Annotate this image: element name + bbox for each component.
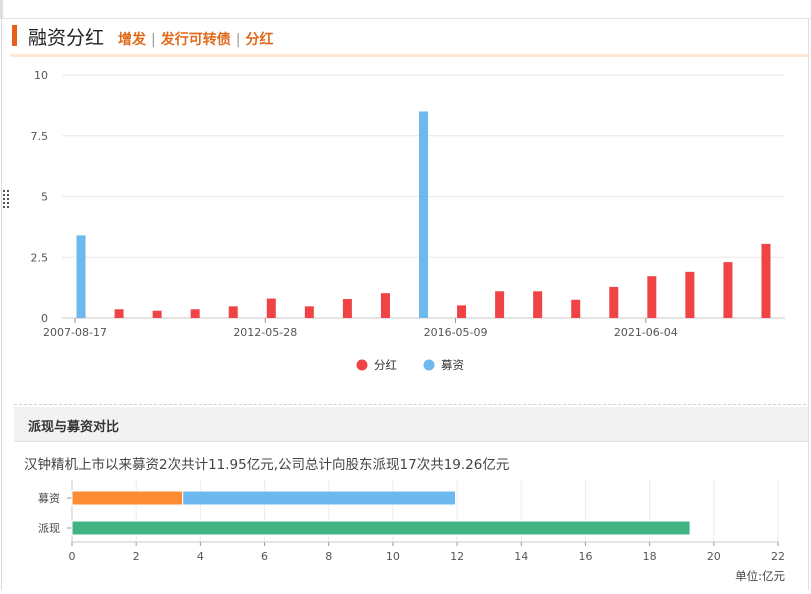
dividend-bar [228, 306, 238, 318]
legend-label: 分红 [374, 358, 397, 372]
financing-dividend-svg: 0 2.5 5 7.5 10 2007-08-17 2012-05-28 2016-05-09… [31, 69, 785, 372]
x-tick-label: 12 [450, 550, 464, 563]
legend-financing-icon [423, 359, 435, 371]
right-rule [808, 18, 809, 590]
payout-financing-chart: 0 2 4 6 8 10 12 14 16 18 20 22 募资派现单位:亿元 [14, 474, 804, 590]
x-tick-label: 16 [578, 550, 592, 563]
y-category-label: 募资 [38, 492, 60, 505]
y-tick-label: 10 [34, 69, 48, 82]
x-tick-label: 2016-05-09 [424, 326, 488, 339]
y-category-label: 派现 [38, 522, 60, 535]
y-tick-label: 2.5 [31, 251, 49, 264]
financing-dividend-chart: 0 2.5 5 7.5 10 2007-08-17 2012-05-28 2016-05-09… [14, 58, 806, 405]
dividend-bar [761, 243, 771, 318]
dividend-bar [190, 309, 200, 318]
drag-handle-icon[interactable] [3, 190, 11, 210]
x-tick-label: 2012-05-28 [233, 326, 297, 339]
link-convertible-bond[interactable]: 发行可转债 [161, 32, 231, 48]
x-tick-label: 4 [197, 550, 204, 563]
x-tick-label: 6 [261, 550, 268, 563]
left-rule [1, 18, 2, 590]
dividend-bar [266, 298, 276, 318]
financing-bar [76, 235, 86, 318]
legend-dividend-icon [356, 359, 368, 371]
x-tick-label: 10 [386, 550, 400, 563]
y-tick-label: 5 [41, 191, 48, 204]
financing-segment-bar [71, 490, 184, 506]
comparison-title: 派现与募资对比 [28, 420, 120, 435]
dividend-bar [114, 309, 124, 318]
dividend-bar [533, 291, 543, 318]
financing-bar [419, 111, 428, 318]
x-tick-label: 2021-06-04 [614, 326, 678, 339]
dividend-bar [342, 299, 352, 318]
legend-label: 募资 [441, 358, 464, 372]
dividend-bar [380, 293, 390, 318]
dividend-bar [571, 299, 581, 318]
dividend-bar [609, 286, 619, 318]
x-tick-label: 2007-08-17 [43, 326, 107, 339]
comparison-summary: 汉钟精机上市以来募资2次共计11.95亿元,公司总计向股东派现17次共19.26… [24, 457, 510, 473]
unit-label: 单位:亿元 [735, 569, 785, 583]
link-additional-issue[interactable]: 增发 [118, 32, 146, 48]
dividend-bar [647, 276, 657, 318]
dividend-bar [685, 271, 695, 318]
y-tick-label: 0 [41, 312, 48, 325]
dividend-bar [457, 305, 467, 318]
section-header: 融资分红 增发 | 发行可转债 | 分红 [10, 20, 810, 57]
dividend-bar [723, 262, 733, 318]
x-tick-label: 14 [514, 550, 528, 563]
link-dividend[interactable]: 分红 [245, 32, 273, 48]
header-links: 增发 | 发行可转债 | 分红 [118, 32, 274, 48]
dividend-bar [152, 310, 162, 318]
x-tick-label: 0 [69, 550, 76, 563]
x-tick-label: 8 [325, 550, 332, 563]
top-strip [0, 0, 811, 19]
payout-bar [71, 520, 691, 536]
x-tick-label: 22 [771, 550, 785, 563]
x-tick-label: 2 [133, 550, 140, 563]
dividend-bar [495, 291, 505, 318]
y-tick-label: 7.5 [31, 130, 49, 143]
x-tick-label: 20 [707, 550, 721, 563]
financing-segment-bar [182, 490, 456, 506]
comparison-section-header: 派现与募资对比 [14, 407, 808, 442]
page-title: 融资分红 [28, 27, 105, 49]
payout-financing-svg: 0 2 4 6 8 10 12 14 16 18 20 22 募资派现单位:亿元 [38, 480, 785, 583]
dividend-bar [304, 306, 314, 318]
header-accent-bar [12, 25, 17, 46]
x-tick-label: 18 [643, 550, 657, 563]
